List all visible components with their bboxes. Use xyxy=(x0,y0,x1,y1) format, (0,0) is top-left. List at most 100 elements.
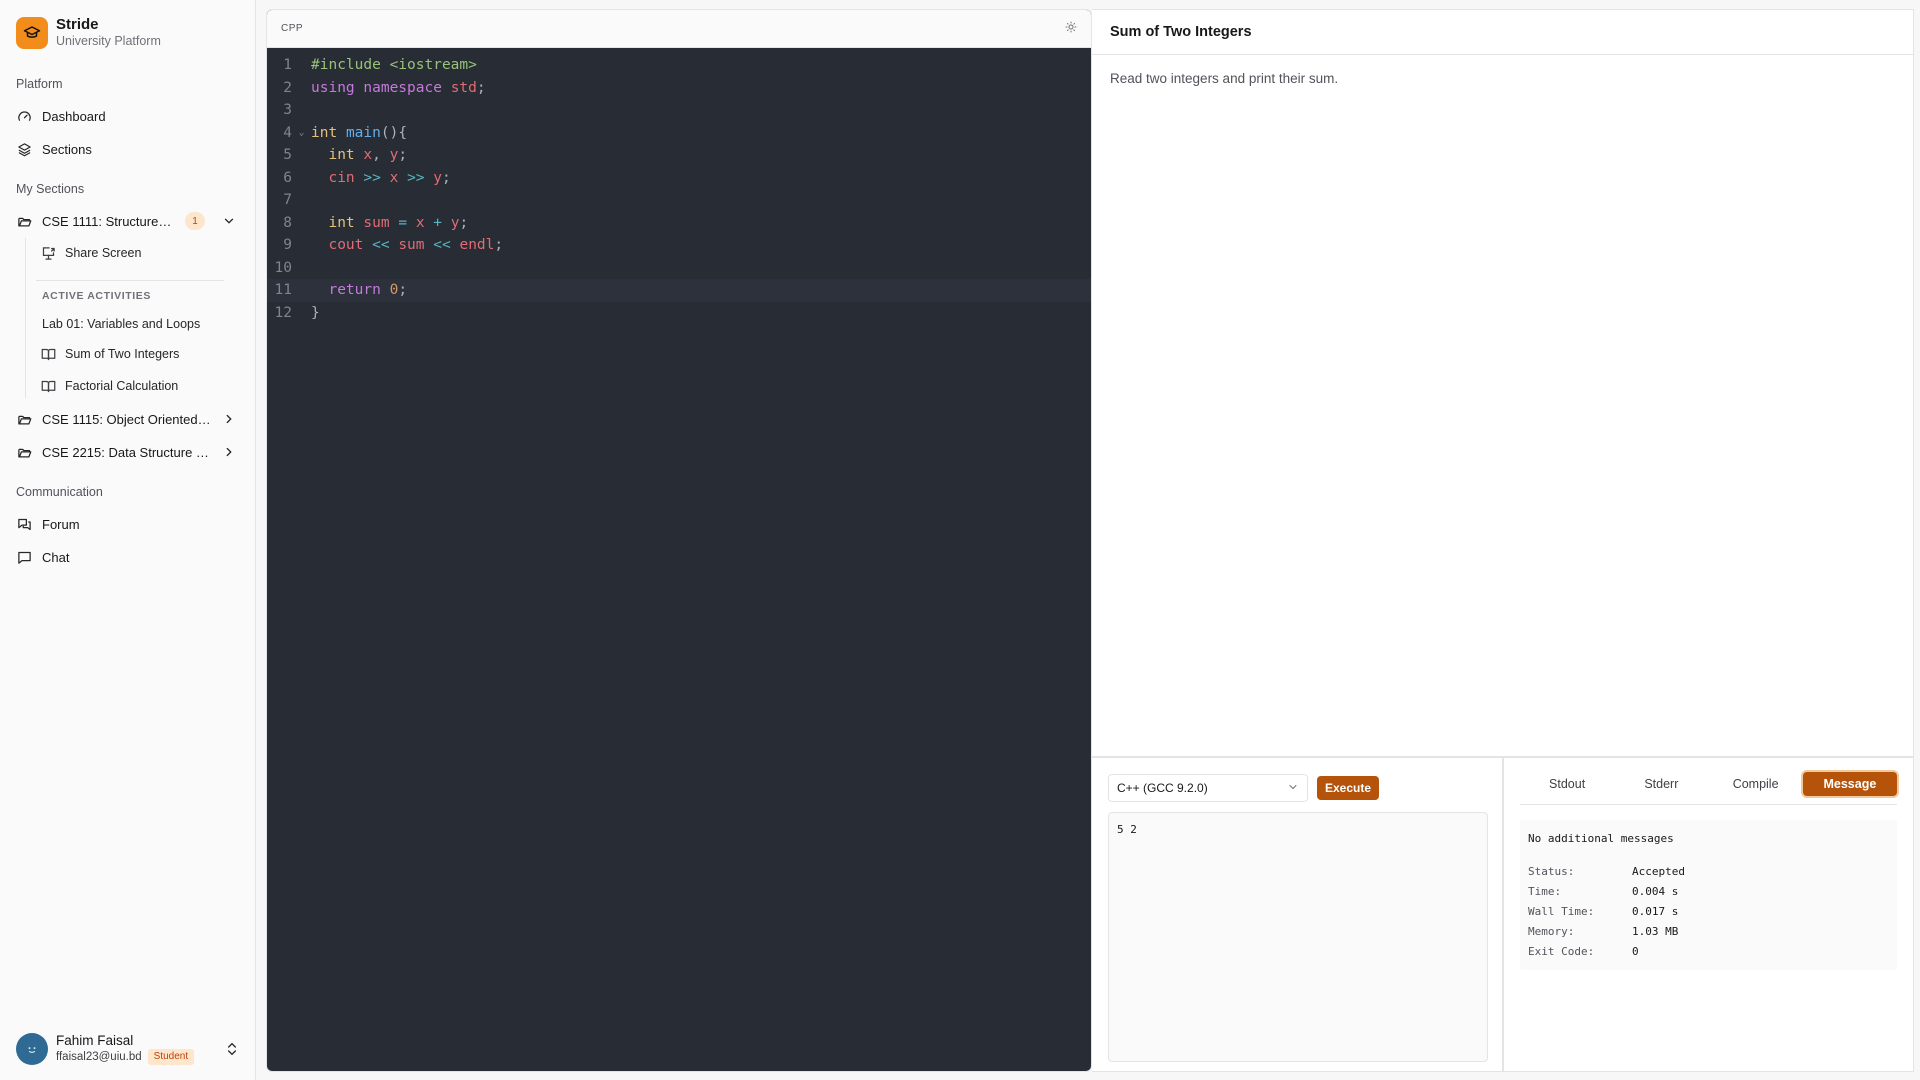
messages-icon xyxy=(16,516,32,532)
section-label: CSE 2215: Data Structure and ... xyxy=(42,444,211,460)
code-line[interactable]: 3 xyxy=(267,99,1091,122)
group-label-my-sections: My Sections xyxy=(16,182,85,196)
folder-open-icon xyxy=(16,411,32,427)
output-tabs: Stdout Stderr Compile Message xyxy=(1520,772,1897,796)
code-line[interactable]: 9 cout << sum << endl; xyxy=(267,234,1091,257)
compiler-value: C++ (GCC 9.2.0) xyxy=(1117,781,1208,795)
detail-row: Status: Accepted xyxy=(1528,861,1889,881)
line-number: 2 xyxy=(283,79,292,96)
tab-stderr[interactable]: Stderr xyxy=(1614,772,1708,796)
execution-details: Status: Accepted Time: 0.004 s Wall Time: 0.0… xyxy=(1528,861,1889,961)
tab-stdout[interactable]: Stdout xyxy=(1520,772,1614,796)
code-editor-panel: CPP 1 #include <iostream> 2 using namespace… xyxy=(266,9,1092,1072)
share-screen-label: Share Screen xyxy=(65,246,142,260)
code-text: int sum = x + y; xyxy=(328,214,469,231)
code-line[interactable]: 4 ⌄ int main(){ xyxy=(267,122,1091,145)
detail-row: Exit Code: 0 xyxy=(1528,941,1889,961)
tab-compile[interactable]: Compile xyxy=(1709,772,1803,796)
sidebar-section-cse2215[interactable]: CSE 2215: Data Structure and ... xyxy=(12,438,243,466)
chevron-down-icon[interactable] xyxy=(221,213,237,229)
detail-value: 0 xyxy=(1632,944,1639,958)
brand-subtitle: University Platform xyxy=(56,34,161,48)
divider xyxy=(36,280,224,281)
user-menu[interactable]: Fahim Faisal ffaisal23@uiu.bd Student xyxy=(16,1030,240,1068)
sidebar: Stride University Platform Platform Dash… xyxy=(0,0,256,1080)
code-line[interactable]: 2 using namespace std; xyxy=(267,77,1091,100)
brand[interactable]: Stride University Platform xyxy=(16,16,161,49)
tabs-divider xyxy=(1520,804,1897,805)
execute-button[interactable]: Execute xyxy=(1317,776,1380,800)
tab-message[interactable]: Message xyxy=(1802,772,1897,796)
sidebar-item-forum[interactable]: Forum xyxy=(12,510,243,538)
code-line[interactable]: 5 int x, y; xyxy=(267,144,1091,167)
code-line[interactable]: 7 xyxy=(267,189,1091,212)
stdin-input[interactable]: 5 2 xyxy=(1108,812,1488,1062)
detail-value: 0.017 s xyxy=(1632,904,1679,918)
fold-chevron-icon[interactable]: ⌄ xyxy=(292,127,311,138)
line-number: 1 xyxy=(283,57,292,74)
activity-item-lab01[interactable]: Lab 01: Variables and Loops xyxy=(38,311,227,337)
output-message: No additional messages xyxy=(1528,832,1674,845)
graduation-cap-icon xyxy=(16,16,48,49)
layers-icon xyxy=(16,141,32,157)
user-name: Fahim Faisal xyxy=(56,1033,134,1048)
line-number: 7 xyxy=(283,192,292,209)
detail-value: 1.03 MB xyxy=(1632,924,1679,938)
line-number: 9 xyxy=(283,237,292,254)
code-text: int x, y; xyxy=(328,147,408,164)
output-box: No additional messages Status: Accepted Ti… xyxy=(1520,820,1897,970)
sidebar-section-cse1115[interactable]: CSE 1115: Object Oriented Pro... xyxy=(12,405,243,433)
detail-row: Time: 0.004 s xyxy=(1528,881,1889,901)
user-email: ffaisal23@uiu.bd xyxy=(56,1051,142,1063)
detail-key: Exit Code: xyxy=(1528,944,1595,958)
editor-header: CPP xyxy=(267,10,1091,48)
code-line[interactable]: 12} xyxy=(267,302,1091,325)
line-number: 11 xyxy=(274,282,292,299)
code-text: #include <iostream> xyxy=(311,57,477,74)
runner-panel: C++ (GCC 9.2.0) Execute 5 2 xyxy=(1092,757,1503,1072)
line-number: 4 xyxy=(283,124,292,141)
book-open-check-icon xyxy=(40,378,56,394)
output-panel: Stdout Stderr Compile Message No additional… xyxy=(1503,757,1914,1072)
code-text: using namespace std; xyxy=(311,79,486,96)
code-line[interactable]: 11 return 0; xyxy=(267,279,1091,302)
code-text: int main(){ xyxy=(311,124,408,141)
sidebar-item-label: Dashboard xyxy=(42,108,106,124)
line-number: 5 xyxy=(283,147,292,164)
detail-key: Memory: xyxy=(1528,924,1575,938)
sidebar-item-chat[interactable]: Chat xyxy=(12,543,243,571)
code-line[interactable]: 8 int sum = x + y; xyxy=(267,212,1091,235)
share-screen-item[interactable]: Share Screen xyxy=(36,240,227,266)
activity-label: Sum of Two Integers xyxy=(65,347,180,361)
section-label: CSE 1115: Object Oriented Pro... xyxy=(42,411,211,427)
code-line[interactable]: 10 xyxy=(267,257,1091,280)
sidebar-item-label: Sections xyxy=(42,141,92,157)
line-number: 3 xyxy=(283,102,292,119)
code-text: return 0; xyxy=(328,282,408,299)
sun-icon[interactable] xyxy=(1065,20,1077,38)
detail-value: 0.004 s xyxy=(1632,884,1679,898)
code-area[interactable]: 1 #include <iostream> 2 using namespace std… xyxy=(267,48,1091,324)
chevron-down-icon xyxy=(1287,781,1299,796)
section-label: CSE 1111: Structured Pro... xyxy=(42,213,175,229)
problem-title: Sum of Two Integers xyxy=(1092,10,1913,55)
group-label-communication: Communication xyxy=(16,485,103,499)
sidebar-item-dashboard[interactable]: Dashboard xyxy=(12,102,243,130)
detail-row: Wall Time: 0.017 s xyxy=(1528,901,1889,921)
chevron-right-icon[interactable] xyxy=(221,411,237,427)
chevrons-up-down-icon[interactable] xyxy=(224,1041,240,1057)
activity-item-factorial[interactable]: Factorial Calculation xyxy=(36,373,227,399)
code-line[interactable]: 6 cin >> x >> y; xyxy=(267,167,1091,190)
sidebar-section-cse1111[interactable]: CSE 1111: Structured Pro... 1 xyxy=(12,207,243,235)
line-number: 6 xyxy=(283,169,292,186)
activity-item-sum[interactable]: Sum of Two Integers xyxy=(36,341,227,367)
detail-key: Wall Time: xyxy=(1528,904,1595,918)
folder-open-icon xyxy=(16,213,32,229)
compiler-select[interactable]: C++ (GCC 9.2.0) xyxy=(1108,774,1308,802)
book-open-check-icon xyxy=(40,346,56,362)
chevron-right-icon[interactable] xyxy=(221,444,237,460)
code-line[interactable]: 1 #include <iostream> xyxy=(267,54,1091,77)
sidebar-item-sections[interactable]: Sections xyxy=(12,135,243,163)
gauge-icon xyxy=(16,108,32,124)
line-number: 12 xyxy=(274,304,292,321)
